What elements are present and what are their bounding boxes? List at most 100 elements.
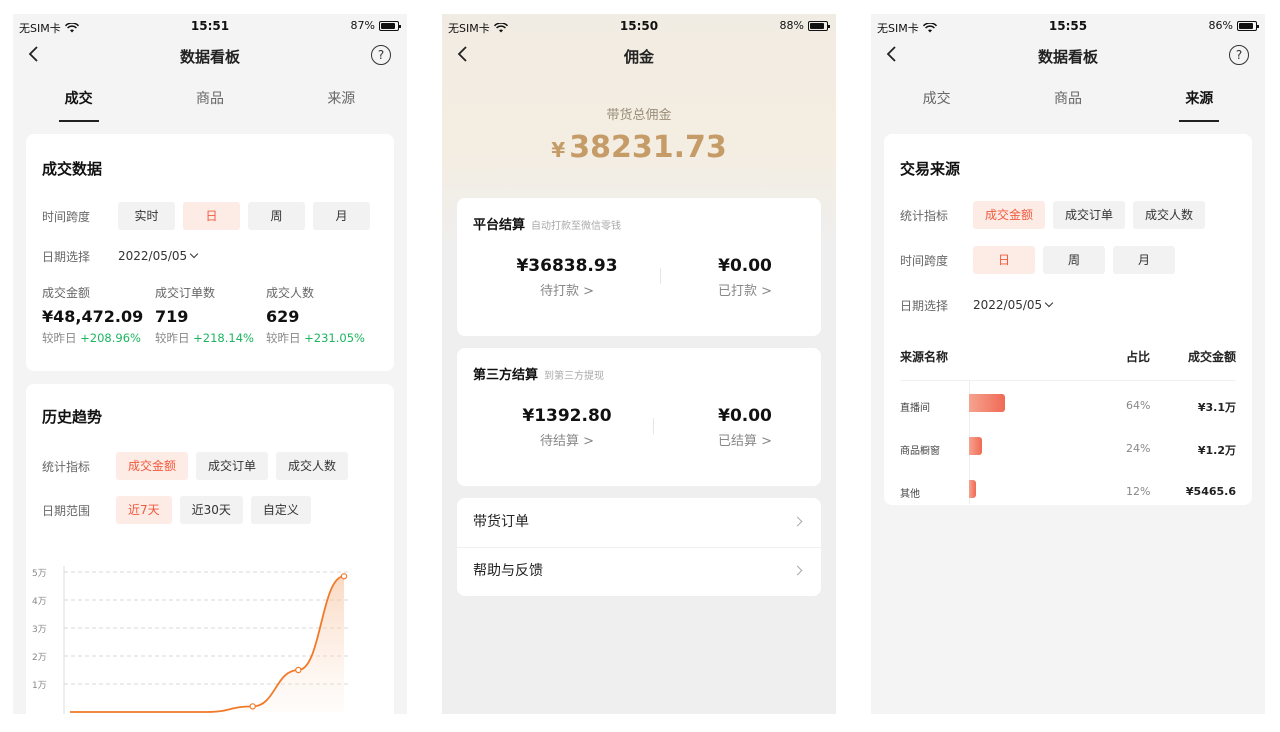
tab-products[interactable]: 商品 (1002, 88, 1133, 120)
data-point (295, 666, 302, 674)
third-party-settlement-card: 第三方结算 到第三方提现 ¥1392.80 待结算 > ¥0.00 已结算 > (457, 348, 821, 486)
y-tick-label: 3万 (32, 625, 47, 635)
metric-option-buyers[interactable]: 成交人数 (276, 452, 349, 480)
metric-option-orders[interactable]: 成交订单 (196, 452, 269, 480)
history-trend-card: 历史趋势 统计指标 成交金额 成交订单 成交人数 日期范围 近7天 近30天 自… (26, 384, 394, 714)
menu-item-help[interactable]: 帮助与反馈 (473, 547, 805, 596)
metric-name: 成交人数 (266, 286, 315, 300)
page-title: 数据看板 (1037, 48, 1098, 66)
source-name: 商品橱窗 (900, 446, 940, 457)
platform-settlement-card: 平台结算 自动打款至微信零钱 ¥36838.93 待打款 > ¥0.00 已打款 … (457, 198, 821, 336)
total-commission-label: 带货总佣金 (606, 108, 672, 123)
span-option-month[interactable]: 月 (1113, 246, 1175, 274)
clock: 15:50 (619, 19, 659, 33)
chevron-right-icon (792, 565, 803, 576)
metric-option-buyers[interactable]: 成交人数 (1133, 201, 1206, 229)
span-option-month[interactable]: 月 (313, 202, 370, 230)
table-row: 直播间 64% ¥3.1万 (900, 394, 1236, 416)
deal-data-card: 成交数据 时间跨度 实时 日 周 月 日期选择 2022/05/05 成交金额 … (26, 134, 394, 371)
menu-list: 带货订单 帮助与反馈 (457, 498, 821, 596)
date-row: 日期选择 2022/05/05 (42, 242, 382, 270)
table-header: 来源名称 占比 成交金额 (900, 348, 1236, 366)
paid-payout-link[interactable]: 已打款 > (675, 280, 815, 299)
metric-orders: 成交订单数 719 较昨日 +218.14% (155, 284, 254, 346)
battery-percent: 86% (1208, 19, 1233, 32)
trade-source-card: 交易来源 统计指标 成交金额 成交订单 成交人数 时间跨度 日 周 月 日期选择… (884, 134, 1252, 505)
date-selector[interactable]: 2022/05/05 (973, 298, 1054, 312)
span-option-realtime[interactable]: 实时 (118, 202, 175, 230)
metric-option-amount[interactable]: 成交金额 (116, 452, 189, 480)
chevron-right-icon (792, 516, 803, 527)
status-bar: 无SIM卡 15:55 86% (871, 14, 1265, 38)
tab-bar: 成交 商品 来源 (13, 88, 407, 122)
span-option-day[interactable]: 日 (183, 202, 240, 230)
pending-payout[interactable]: ¥36838.93 待打款 > (497, 256, 637, 299)
pending-settle-link[interactable]: 待结算 > (497, 430, 637, 449)
span-option-day[interactable]: 日 (973, 246, 1035, 274)
screen-commission: 无SIM卡 15:50 88% 佣金 带货总佣金 ¥38231.73 平台结算自… (442, 14, 836, 714)
time-span-label: 时间跨度 (42, 209, 91, 224)
settled[interactable]: ¥0.00 已结算 > (675, 406, 815, 449)
paid-payout[interactable]: ¥0.00 已打款 > (675, 256, 815, 299)
metric-compare: 较昨日 +231.05% (266, 331, 365, 345)
metric-option-amount[interactable]: 成交金额 (973, 201, 1046, 229)
metric-compare: 较昨日 +208.96% (42, 331, 141, 345)
time-span-row: 时间跨度 实时 日 周 月 (42, 202, 382, 230)
share-percent: 64% (1126, 399, 1151, 412)
tab-deals[interactable]: 成交 (871, 88, 1002, 120)
y-tick-label: 5万 (32, 569, 47, 579)
table-row: 商品橱窗 24% ¥1.2万 (900, 437, 1236, 459)
divider (660, 268, 661, 284)
settled-link[interactable]: 已结算 > (675, 430, 815, 449)
metric-row: 统计指标 成交金额 成交订单 成交人数 (42, 452, 382, 480)
settled-value: ¥0.00 (718, 406, 772, 426)
span-option-week[interactable]: 周 (248, 202, 305, 230)
help-icon[interactable]: ? (1229, 45, 1249, 65)
metric-label: 统计指标 (900, 208, 949, 223)
data-point (340, 573, 348, 580)
pending-payout-value: ¥36838.93 (516, 256, 618, 276)
help-icon[interactable]: ? (371, 45, 391, 65)
trend-chart: 1万 2万 3万 4万 5万 (32, 566, 350, 714)
pending-settle[interactable]: ¥1392.80 待结算 > (497, 406, 637, 449)
tab-products[interactable]: 商品 (144, 88, 275, 120)
metric-value: 719 (155, 307, 189, 326)
data-point (249, 703, 256, 710)
metric-row: 统计指标 成交金额 成交订单 成交人数 (900, 201, 1240, 229)
span-option-week[interactable]: 周 (1043, 246, 1105, 274)
share-bar (969, 437, 983, 455)
clock: 15:55 (1048, 19, 1088, 33)
col-amount: 成交金额 (1187, 350, 1236, 364)
screen-dashboard-sources: 无SIM卡 15:55 86% 数据看板 ? 成交 商品 来源 交易来源 统计指… (871, 14, 1265, 714)
settlement-title: 第三方结算 到第三方提现 (473, 368, 605, 383)
screen-dashboard-deals: 无SIM卡 15:51 87% 数据看板 ? 成交 商品 来源 成交数据 时间跨… (13, 14, 407, 714)
date-row: 日期选择 2022/05/05 (900, 291, 1240, 319)
total-commission-value: ¥38231.73 (551, 130, 727, 165)
nav-bar: 数据看板 ? (13, 42, 407, 70)
battery-icon (808, 20, 830, 31)
metric-name: 成交金额 (42, 286, 91, 300)
tab-sources[interactable]: 来源 (276, 88, 407, 120)
pending-settle-value: ¥1392.80 (522, 406, 612, 426)
tab-deals[interactable]: 成交 (13, 88, 144, 122)
range-option-7d[interactable]: 近7天 (116, 496, 172, 524)
date-selector[interactable]: 2022/05/05 (118, 249, 199, 263)
range-option-30d[interactable]: 近30天 (179, 496, 243, 524)
page-title: 佣金 (623, 48, 654, 66)
status-bar: 无SIM卡 15:51 87% (13, 14, 407, 38)
y-tick-label: 1万 (32, 681, 47, 691)
metric-option-orders[interactable]: 成交订单 (1053, 201, 1126, 229)
menu-item-orders[interactable]: 带货订单 (473, 498, 805, 547)
metric-compare: 较昨日 +218.14% (155, 331, 254, 345)
nav-bar: 数据看板 ? (871, 42, 1265, 70)
tab-sources[interactable]: 来源 (1134, 88, 1265, 122)
metric-delta: +208.96% (80, 331, 141, 345)
battery-percent: 87% (350, 19, 375, 32)
date-value: 2022/05/05 (973, 298, 1043, 312)
date-label: 日期选择 (42, 249, 91, 264)
metric-delta: +231.05% (304, 331, 365, 345)
source-name: 其他 (900, 489, 920, 500)
range-option-custom[interactable]: 自定义 (250, 496, 311, 524)
pending-payout-link[interactable]: 待打款 > (497, 280, 637, 299)
metric-amount: 成交金额 ¥48,472.09 较昨日 +208.96% (42, 284, 143, 346)
